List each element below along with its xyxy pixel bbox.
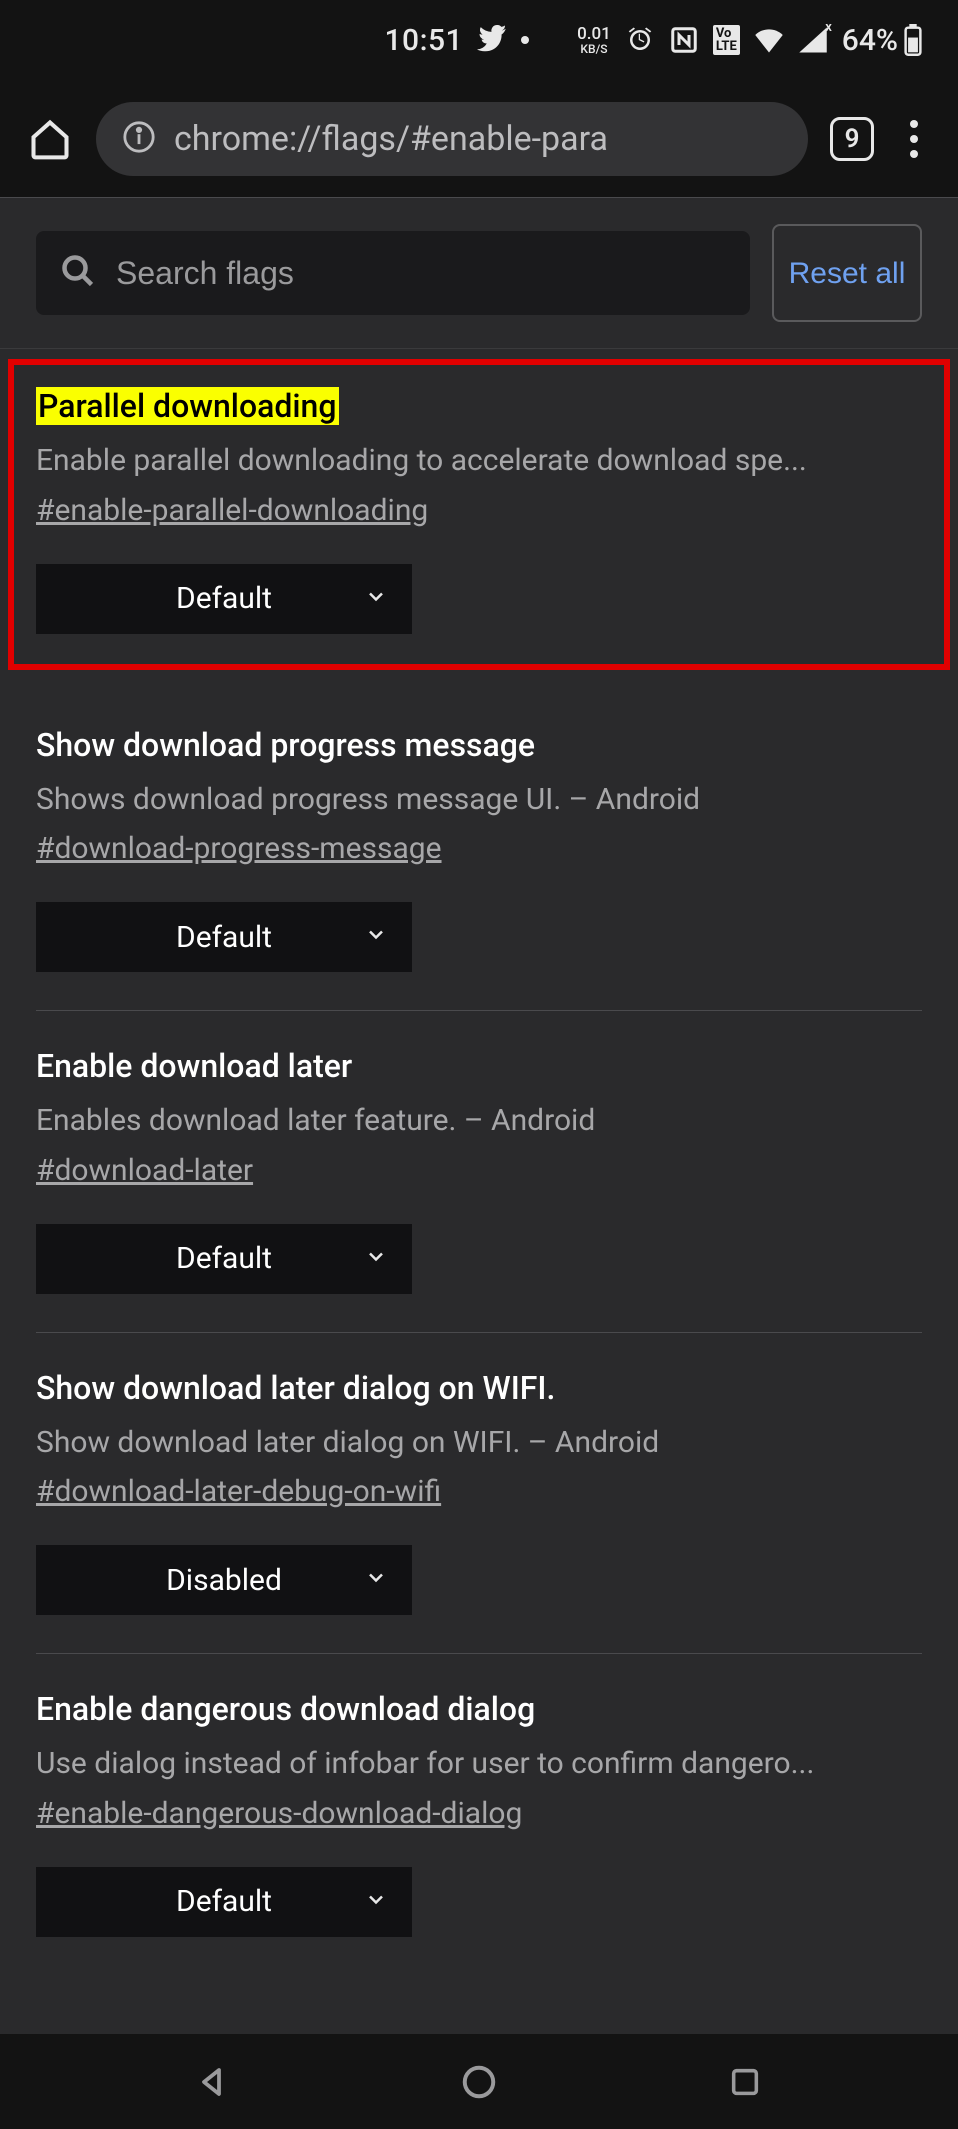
signal-icon: x — [798, 26, 828, 54]
wifi-icon — [754, 26, 784, 54]
nfc-icon — [669, 25, 699, 55]
status-time: 10:51 — [384, 23, 463, 58]
menu-button[interactable] — [896, 120, 932, 158]
chevron-down-icon — [364, 581, 388, 616]
home-nav-button[interactable] — [457, 2060, 501, 2104]
volte-icon: VoLTE — [713, 25, 740, 55]
info-icon — [122, 120, 156, 158]
flag-dropdown[interactable]: Default — [36, 902, 412, 972]
tab-switcher[interactable]: 9 — [830, 117, 874, 161]
flag-item: Show download later dialog on WIFI. Show… — [36, 1333, 922, 1655]
flag-title: Enable download later — [36, 1047, 922, 1085]
android-nav-bar — [0, 2033, 958, 2129]
twitter-icon — [477, 25, 507, 55]
flag-hash-link[interactable]: #download-later-debug-on-wifi — [36, 1474, 441, 1509]
flag-dropdown-value: Default — [176, 920, 272, 955]
flag-title: Show download progress message — [36, 726, 922, 764]
url-text: chrome://flags/#enable-para — [174, 119, 608, 159]
alarm-icon — [625, 25, 655, 55]
search-input[interactable] — [116, 255, 726, 292]
flag-dropdown-value: Default — [176, 1241, 272, 1276]
back-button[interactable] — [191, 2060, 235, 2104]
reset-all-button[interactable]: Reset all — [772, 224, 922, 322]
flag-item: Enable dangerous download dialog Use dia… — [36, 1654, 922, 1947]
search-row: Reset all — [0, 198, 958, 349]
flag-item-highlighted: Parallel downloading Enable parallel dow… — [8, 359, 950, 670]
recents-button[interactable] — [723, 2060, 767, 2104]
flag-title: Enable dangerous download dialog — [36, 1690, 922, 1728]
home-button[interactable] — [26, 115, 74, 163]
omnibox[interactable]: chrome://flags/#enable-para — [96, 102, 808, 176]
flag-item: Show download progress message Shows dow… — [36, 670, 922, 1012]
flag-description: Use dialog instead of infobar for user t… — [36, 1742, 922, 1786]
chevron-down-icon — [364, 1241, 388, 1276]
flag-dropdown-value: Disabled — [166, 1563, 282, 1598]
flag-description: Shows download progress message UI. – An… — [36, 778, 922, 822]
search-box[interactable] — [36, 231, 750, 315]
browser-toolbar: chrome://flags/#enable-para 9 — [0, 80, 958, 198]
flag-dropdown[interactable]: Default — [36, 564, 412, 634]
chevron-down-icon — [364, 1563, 388, 1598]
flag-hash-link[interactable]: #enable-dangerous-download-dialog — [36, 1796, 522, 1831]
flag-dropdown-value: Default — [176, 1884, 272, 1919]
network-speed: 0.01 KB/S — [577, 26, 611, 55]
chevron-down-icon — [364, 1884, 388, 1919]
flag-hash-link[interactable]: #download-later — [36, 1153, 253, 1188]
chevron-down-icon — [364, 920, 388, 955]
status-bar: 10:51 0.01 KB/S VoLTE x 64% — [0, 0, 958, 80]
flag-hash-link[interactable]: #download-progress-message — [36, 831, 442, 866]
search-icon — [60, 253, 96, 293]
flag-description: Enable parallel downloading to accelerat… — [36, 439, 922, 483]
page-content: Reset all Parallel downloading Enable pa… — [0, 198, 958, 1947]
flag-title: Parallel downloading — [36, 387, 339, 425]
flag-item: Enable download later Enables download l… — [36, 1011, 922, 1333]
flags-list: Parallel downloading Enable parallel dow… — [0, 359, 958, 1947]
battery-indicator: 64% — [842, 23, 922, 58]
flag-dropdown-value: Default — [176, 581, 272, 616]
flag-hash-link[interactable]: #enable-parallel-downloading — [36, 493, 428, 528]
flag-dropdown[interactable]: Disabled — [36, 1545, 412, 1615]
dot-indicator-icon — [521, 36, 529, 44]
flag-description: Show download later dialog on WIFI. – An… — [36, 1421, 922, 1465]
flag-dropdown[interactable]: Default — [36, 1224, 412, 1294]
flag-title: Show download later dialog on WIFI. — [36, 1369, 922, 1407]
flag-description: Enables download later feature. – Androi… — [36, 1099, 922, 1143]
flag-dropdown[interactable]: Default — [36, 1867, 412, 1937]
